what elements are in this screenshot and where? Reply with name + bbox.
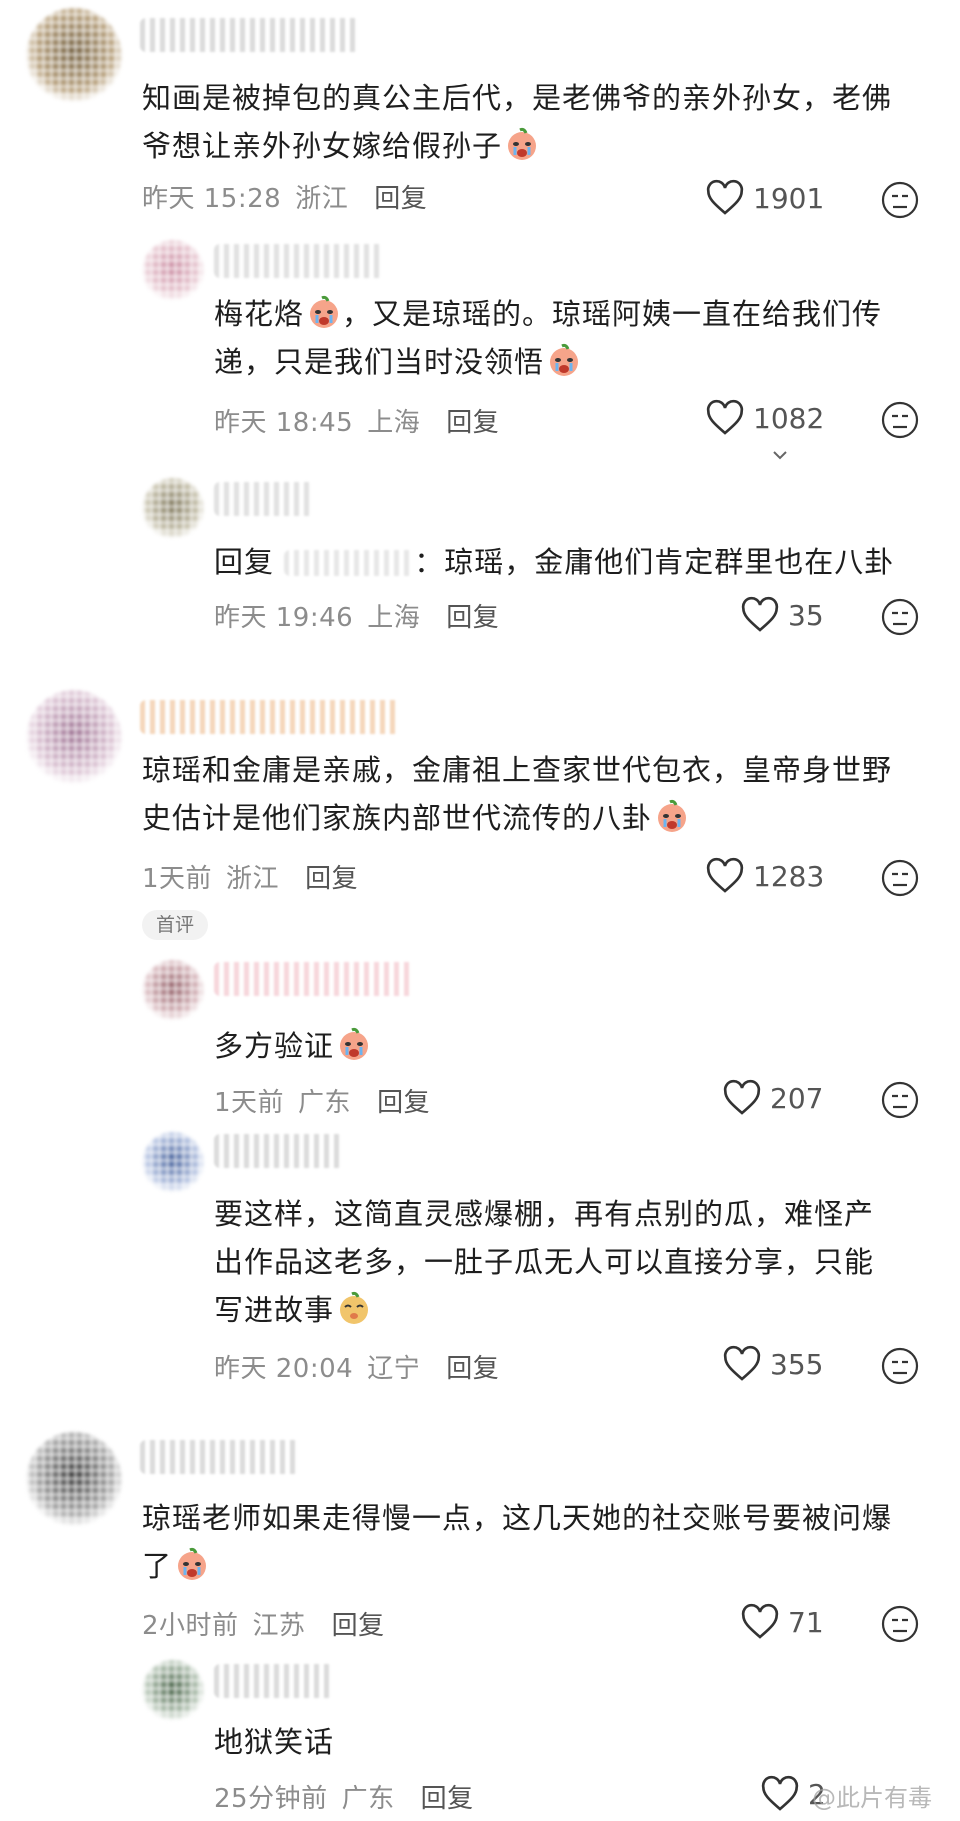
reply-button[interactable]: 回复 bbox=[305, 858, 358, 895]
comment-meta: 昨天 19:46 上海 回复 bbox=[214, 597, 499, 634]
like-button[interactable]: 207 bbox=[722, 1078, 823, 1118]
comment-meta: 昨天 18:45 上海 回复 bbox=[214, 402, 499, 439]
username-blurred[interactable] bbox=[214, 244, 384, 278]
timestamp: 2小时前 bbox=[142, 1611, 239, 1641]
heart-outline-icon bbox=[741, 1603, 779, 1639]
like-count: 35 bbox=[788, 598, 824, 632]
timestamp: 昨天 18:45 bbox=[214, 408, 354, 438]
meh-face-icon[interactable] bbox=[880, 1346, 920, 1386]
reply-button[interactable]: 回复 bbox=[332, 1605, 385, 1642]
avatar[interactable] bbox=[26, 8, 122, 104]
location: 上海 bbox=[367, 408, 421, 438]
chevron-down-icon[interactable] bbox=[770, 448, 790, 462]
username-blurred[interactable] bbox=[214, 1134, 344, 1168]
crying-emoji bbox=[340, 1027, 369, 1060]
comment-text: 琼瑶老师如果走得慢一点，这几天她的社交账号要被问爆 了 bbox=[142, 1501, 893, 1583]
crying-emoji bbox=[658, 799, 687, 832]
reply-button[interactable]: 回复 bbox=[446, 402, 499, 439]
comment-meta: 2小时前 江苏 回复 bbox=[142, 1605, 385, 1642]
timestamp: 25分钟前 bbox=[214, 1784, 328, 1814]
heart-outline-icon bbox=[741, 596, 779, 632]
meh-face-icon[interactable] bbox=[880, 400, 920, 440]
timestamp: 昨天 19:46 bbox=[214, 603, 354, 633]
like-count: 355 bbox=[770, 1347, 824, 1381]
username-blurred[interactable] bbox=[140, 700, 400, 734]
location: 上海 bbox=[367, 603, 421, 633]
meh-face-icon[interactable] bbox=[880, 858, 920, 898]
dog-emoji bbox=[340, 1291, 369, 1324]
location: 江苏 bbox=[252, 1611, 306, 1641]
comment-text: 知画是被掉包的真公主后代，是老佛爷的亲外孙女，老佛 爷想让亲外孙女嫁给假孙子 bbox=[142, 81, 893, 163]
avatar[interactable] bbox=[26, 1432, 122, 1528]
location: 广东 bbox=[341, 1784, 395, 1814]
meh-face-icon[interactable] bbox=[880, 597, 920, 637]
comment-text: 地狱笑话 bbox=[214, 1725, 335, 1759]
mention-blurred[interactable] bbox=[284, 550, 415, 576]
avatar[interactable] bbox=[142, 478, 204, 540]
reply-button[interactable]: 回复 bbox=[377, 1082, 430, 1119]
reply-button[interactable]: 回复 bbox=[374, 178, 427, 215]
location: 广东 bbox=[298, 1088, 352, 1118]
like-button[interactable]: 355 bbox=[722, 1344, 823, 1384]
heart-outline-icon bbox=[706, 857, 744, 893]
location: 浙江 bbox=[295, 184, 349, 214]
comment-meta: 昨天 20:04 辽宁 回复 bbox=[214, 1348, 499, 1385]
crying-emoji bbox=[550, 343, 579, 376]
comment-meta: 25分钟前 广东 回复 bbox=[214, 1778, 474, 1815]
timestamp: 昨天 20:04 bbox=[214, 1354, 354, 1384]
meh-face-icon[interactable] bbox=[880, 1080, 920, 1120]
avatar[interactable] bbox=[142, 240, 204, 302]
comment-text: 琼瑶和金庸是亲戚，金庸祖上查家世代包衣，皇帝身世野 史估计是他们家族内部世代流传… bbox=[142, 753, 893, 835]
timestamp: 1天前 bbox=[214, 1088, 285, 1118]
username-blurred[interactable] bbox=[214, 962, 414, 996]
reply-button[interactable]: 回复 bbox=[421, 1778, 474, 1815]
heart-outline-icon bbox=[706, 399, 744, 435]
watermark: @此片有毒 bbox=[812, 1784, 932, 1812]
like-button[interactable]: 35 bbox=[740, 595, 824, 635]
heart-outline-icon bbox=[706, 179, 744, 215]
like-count: 207 bbox=[770, 1081, 824, 1115]
crying-emoji bbox=[310, 295, 339, 328]
heart-outline-icon bbox=[723, 1345, 761, 1381]
avatar[interactable] bbox=[142, 960, 204, 1022]
reply-button[interactable]: 回复 bbox=[446, 597, 499, 634]
like-button[interactable]: 1082 bbox=[705, 398, 824, 438]
like-button[interactable]: 1283 bbox=[705, 856, 824, 896]
avatar[interactable] bbox=[142, 1660, 204, 1722]
like-count: 1901 bbox=[753, 181, 825, 215]
heart-outline-icon bbox=[723, 1079, 761, 1115]
username-blurred[interactable] bbox=[140, 1440, 300, 1474]
crying-emoji bbox=[178, 1547, 207, 1580]
username-blurred[interactable] bbox=[214, 482, 314, 516]
comment-text: 梅花烙 ，又是琼瑶的。琼瑶阿姨一直在给我们传 递，只是我们当时没领悟 bbox=[214, 290, 934, 386]
comment-meta: 1天前 广东 回复 bbox=[214, 1082, 430, 1119]
meh-face-icon[interactable] bbox=[880, 180, 920, 220]
like-count: 1082 bbox=[753, 401, 825, 435]
location: 浙江 bbox=[226, 864, 280, 894]
comment-text: 回复 ：琼瑶，金庸他们肯定群里也在八卦 bbox=[214, 545, 895, 579]
comment-text: 要这样，这简直灵感爆棚，再有点别的瓜，难怪产 出作品这老多，一肚子瓜无人可以直接… bbox=[214, 1197, 875, 1327]
meh-face-icon[interactable] bbox=[880, 1604, 920, 1644]
username-blurred[interactable] bbox=[140, 18, 360, 52]
like-count: 1283 bbox=[753, 859, 825, 893]
comment-meta: 昨天 15:28 浙江 回复 bbox=[142, 178, 427, 215]
timestamp: 昨天 15:28 bbox=[142, 184, 282, 214]
heart-outline-icon bbox=[761, 1775, 799, 1811]
username-blurred[interactable] bbox=[214, 1664, 334, 1698]
first-comment-badge: 首评 bbox=[142, 910, 209, 940]
comment-meta: 1天前 浙江 回复 bbox=[142, 858, 358, 895]
avatar[interactable] bbox=[142, 1132, 204, 1194]
like-button[interactable]: 71 bbox=[740, 1602, 824, 1642]
comment-text: 多方验证 bbox=[214, 1022, 934, 1070]
avatar[interactable] bbox=[26, 690, 122, 786]
timestamp: 1天前 bbox=[142, 864, 213, 894]
crying-emoji bbox=[508, 127, 537, 160]
like-count: 71 bbox=[788, 1605, 824, 1639]
location: 辽宁 bbox=[367, 1354, 421, 1384]
reply-button[interactable]: 回复 bbox=[446, 1348, 499, 1385]
like-button[interactable]: 1901 bbox=[705, 178, 824, 218]
